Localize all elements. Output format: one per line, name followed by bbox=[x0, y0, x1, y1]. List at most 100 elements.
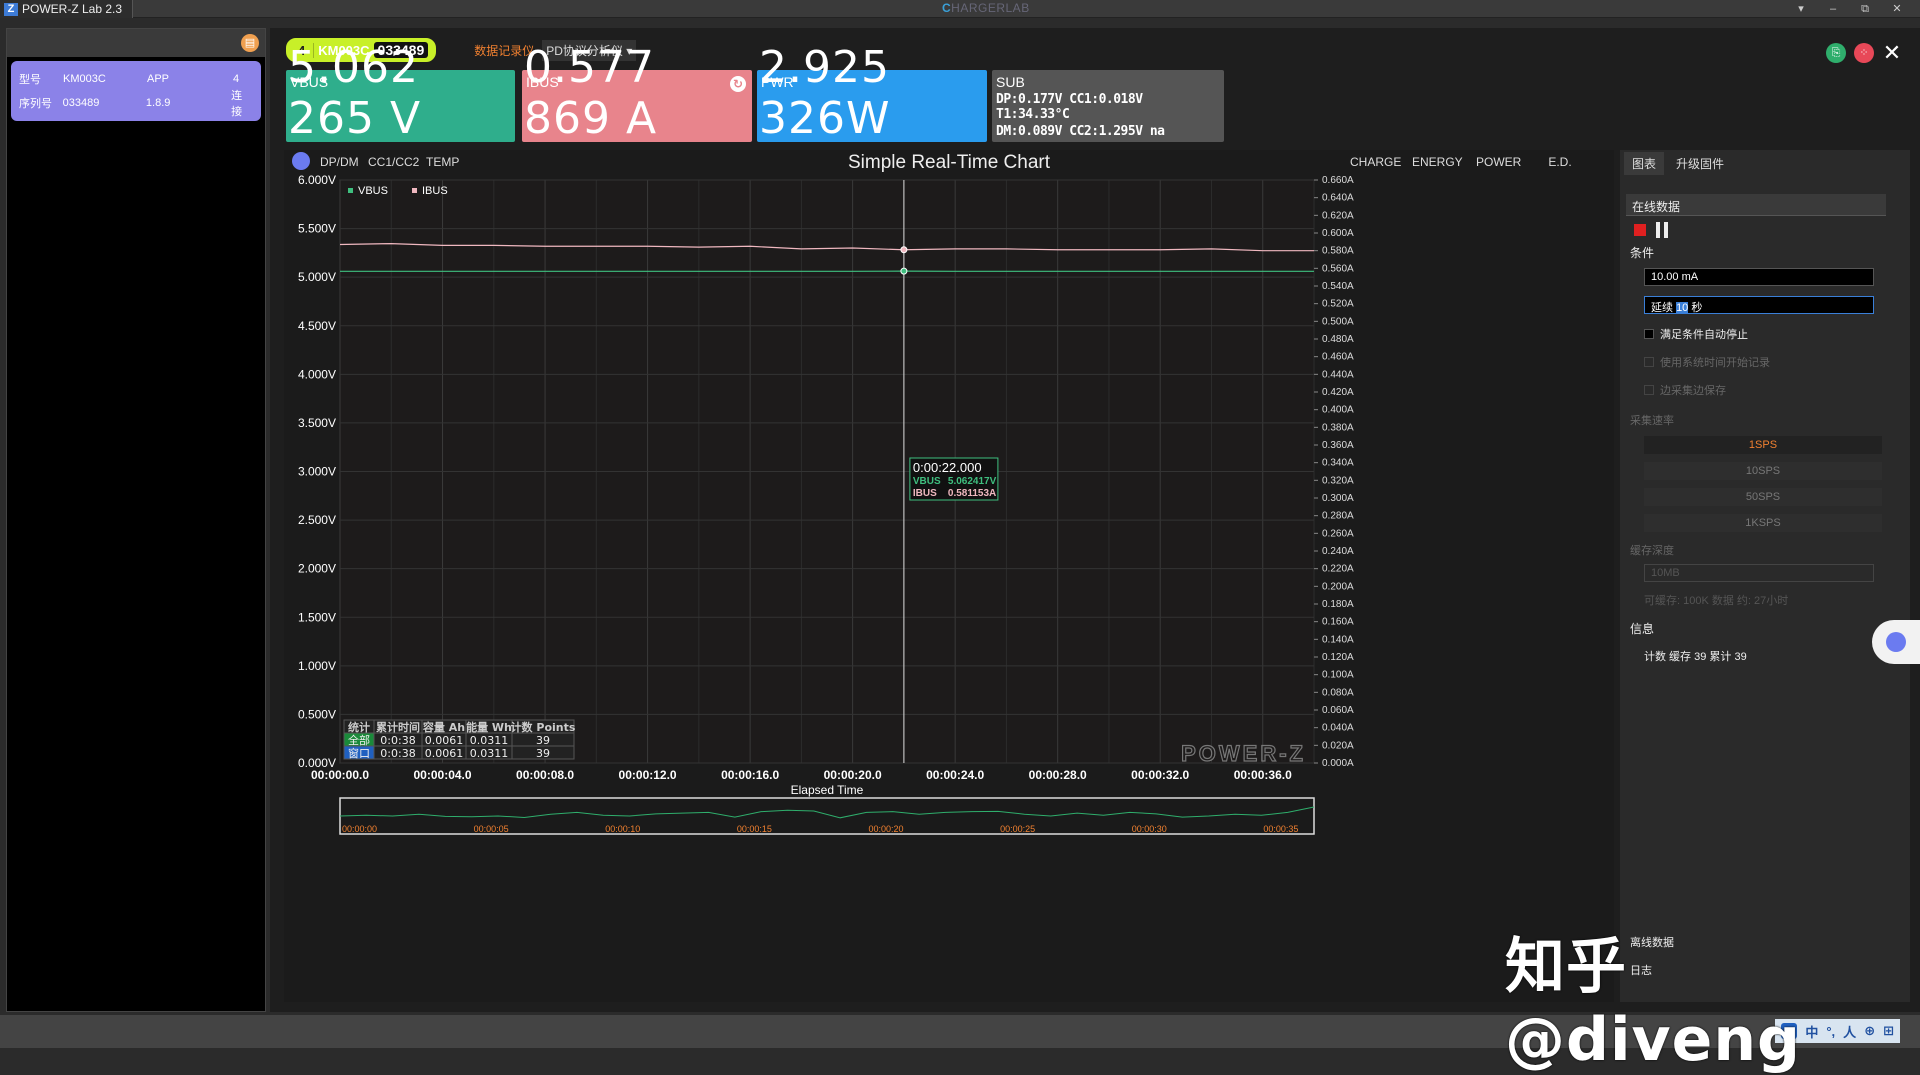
power-value: 2.925 326W bbox=[759, 42, 987, 144]
sub-line-1: DP:0.177V CC1:0.018V T1:34.33°C bbox=[996, 92, 1220, 122]
y-right-tick-label: 0.140A bbox=[1322, 634, 1354, 645]
sub-label: SUB bbox=[996, 74, 1220, 90]
x-tick-label: 00:00:36.0 bbox=[1234, 768, 1292, 782]
assistant-float-button[interactable] bbox=[1872, 620, 1920, 664]
apps-icon[interactable]: ⁘ bbox=[1854, 43, 1874, 63]
y-left-tick-label: 1.000V bbox=[298, 659, 336, 673]
online-section-header[interactable]: 在线数据 bbox=[1626, 194, 1886, 216]
minimize-button[interactable]: – bbox=[1818, 0, 1848, 18]
y-right-tick-label: 0.220A bbox=[1322, 564, 1354, 575]
brand-logo: CHARGERLAB bbox=[942, 1, 1030, 15]
overview-tick-label: 00:00:00 bbox=[342, 824, 377, 834]
stats-header-text: 能量 Wh bbox=[466, 720, 512, 734]
title-bar: Z POWER-Z Lab 2.3 CHARGERLAB ▾ – ⧉ ✕ bbox=[0, 0, 1920, 18]
overview-tick-label: 00:00:10 bbox=[605, 824, 640, 834]
y-right-tick-label: 0.200A bbox=[1322, 581, 1354, 592]
duration-value: 10 bbox=[1676, 302, 1688, 314]
overview-tick-label: 00:00:25 bbox=[1000, 824, 1035, 834]
app-label: APP bbox=[147, 73, 233, 85]
rate-50sps-button[interactable]: 50SPS bbox=[1644, 488, 1882, 506]
model-value: KM003C bbox=[63, 73, 147, 85]
cursor-ibus-label: IBUS bbox=[913, 488, 937, 499]
toolbar-right-icons: ⎘ ⁘ ✕ bbox=[1826, 40, 1902, 66]
system-time-checkbox[interactable]: 使用系统时间开始记录 bbox=[1644, 354, 1770, 370]
device-list-panel: ▤ 型号 KM003C APP 4 序列号 033489 1.8.9 连接 bbox=[6, 28, 266, 1012]
rate-1ksps-button[interactable]: 1KSPS bbox=[1644, 514, 1882, 532]
y-right-tick-label: 0.240A bbox=[1322, 546, 1354, 557]
device-number: 4 bbox=[233, 73, 239, 85]
export-icon[interactable]: ⎘ bbox=[1826, 43, 1846, 63]
y-right-tick-label: 0.340A bbox=[1322, 458, 1354, 469]
realtime-chart[interactable]: 00:00:00.000:00:04.000:00:08.000:00:12.0… bbox=[284, 150, 1614, 1002]
app-title-tab[interactable]: Z POWER-Z Lab 2.3 bbox=[0, 0, 133, 18]
buffer-depth-select[interactable]: 10MB bbox=[1644, 564, 1874, 582]
stop-icon[interactable] bbox=[1634, 224, 1646, 236]
stats-cell-text: 0.0311 bbox=[470, 734, 509, 747]
threshold-input[interactable]: 10.00 mA bbox=[1644, 268, 1874, 286]
checkbox-box bbox=[1644, 357, 1654, 367]
y-right-tick-label: 0.600A bbox=[1322, 228, 1354, 239]
app-title: POWER-Z Lab 2.3 bbox=[22, 2, 122, 16]
y-right-tick-label: 0.660A bbox=[1322, 175, 1354, 186]
device-list-header: ▤ bbox=[7, 29, 265, 57]
y-left-tick-label: 3.500V bbox=[298, 416, 336, 430]
main-area: 4 KM003C 033489 数据记录仪 PD协议分析仪 ▾ ⎘ ⁘ ✕ VB… bbox=[270, 28, 1920, 1012]
rate-1sps-button[interactable]: 1SPS bbox=[1644, 436, 1882, 454]
device-card[interactable]: 型号 KM003C APP 4 序列号 033489 1.8.9 连接 bbox=[11, 61, 261, 121]
y-right-tick-label: 0.640A bbox=[1322, 193, 1354, 204]
device-list-icon[interactable]: ▤ bbox=[241, 34, 259, 52]
cursor-vbus-value: 5.062417V bbox=[948, 476, 997, 487]
pause-icon[interactable] bbox=[1656, 222, 1660, 238]
cursor-ibus-value: 0.581153A bbox=[948, 488, 996, 499]
overview-tick-label: 00:00:30 bbox=[1132, 824, 1167, 834]
stats-cell-text: 0.0311 bbox=[470, 747, 509, 760]
app-logo-icon: Z bbox=[4, 3, 18, 16]
cursor-point-vbus bbox=[901, 268, 907, 274]
buffer-depth-label: 缓存深度 bbox=[1630, 542, 1890, 558]
y-right-tick-label: 0.180A bbox=[1322, 599, 1354, 610]
close-button[interactable]: ✕ bbox=[1882, 0, 1912, 18]
y-right-tick-label: 0.520A bbox=[1322, 299, 1354, 310]
buffer-note: 可缓存: 100K 数据 约: 27小时 bbox=[1644, 592, 1904, 608]
tab-chart[interactable]: 图表 bbox=[1624, 152, 1664, 175]
ibus-tile: IBUS ↻ 0.577 869 A bbox=[522, 70, 752, 142]
auto-stop-checkbox[interactable]: 满足条件自动停止 bbox=[1644, 326, 1748, 342]
y-right-tick-label: 0.580A bbox=[1322, 246, 1354, 257]
stats-header-text: 统计 bbox=[348, 720, 370, 734]
info-text: 计数 缓存 39 累计 39 bbox=[1644, 648, 1904, 664]
stats-cell-text: 0:0:38 bbox=[380, 734, 415, 747]
tab-firmware[interactable]: 升级固件 bbox=[1668, 152, 1732, 175]
brand-prefix: C bbox=[942, 1, 951, 15]
close-panel-icon[interactable]: ✕ bbox=[1882, 40, 1902, 66]
rate-label: 采集速率 bbox=[1630, 412, 1890, 428]
stats-cell-text: 全部 bbox=[348, 733, 370, 747]
overview-tick-label: 00:00:15 bbox=[737, 824, 772, 834]
vbus-value: 5.062 265 V bbox=[288, 42, 515, 144]
checkbox-box bbox=[1644, 385, 1654, 395]
y-right-tick-label: 0.360A bbox=[1322, 440, 1354, 451]
y-right-tick-label: 0.000A bbox=[1322, 758, 1354, 769]
info-label: 信息 bbox=[1630, 620, 1890, 637]
y-right-tick-label: 0.300A bbox=[1322, 493, 1354, 504]
overview-tick-label: 00:00:20 bbox=[868, 824, 903, 834]
vbus-tile: VBUS 5.062 265 V bbox=[286, 70, 515, 142]
duration-prefix: 延续 bbox=[1651, 302, 1673, 314]
settings-panel: 图表 升级固件 在线数据 条件 10.00 mA 延续 10 秒 满足条件自动停… bbox=[1620, 150, 1910, 1002]
y-left-tick-label: 1.500V bbox=[298, 610, 336, 624]
legend-label-vbus: VBUS bbox=[358, 185, 388, 197]
save-while-checkbox[interactable]: 边采集边保存 bbox=[1644, 382, 1726, 398]
legend-marker-ibus bbox=[412, 188, 417, 193]
y-right-tick-label: 0.280A bbox=[1322, 511, 1354, 522]
stats-cell-text: 39 bbox=[536, 734, 550, 747]
sub-tile: SUB DP:0.177V CC1:0.018V T1:34.33°C DM:0… bbox=[992, 70, 1224, 142]
cursor-point-ibus bbox=[901, 247, 907, 253]
condition-label: 条件 bbox=[1630, 244, 1890, 261]
rate-10sps-button[interactable]: 10SPS bbox=[1644, 462, 1882, 480]
stats-header-text: 累计时间 bbox=[376, 720, 420, 734]
duration-input[interactable]: 延续 10 秒 bbox=[1644, 296, 1874, 314]
x-tick-label: 00:00:08.0 bbox=[516, 768, 574, 782]
x-tick-label: 00:00:12.0 bbox=[619, 768, 677, 782]
y-left-tick-label: 4.000V bbox=[298, 367, 336, 381]
dropdown-button[interactable]: ▾ bbox=[1786, 0, 1816, 18]
maximize-button[interactable]: ⧉ bbox=[1850, 0, 1880, 18]
